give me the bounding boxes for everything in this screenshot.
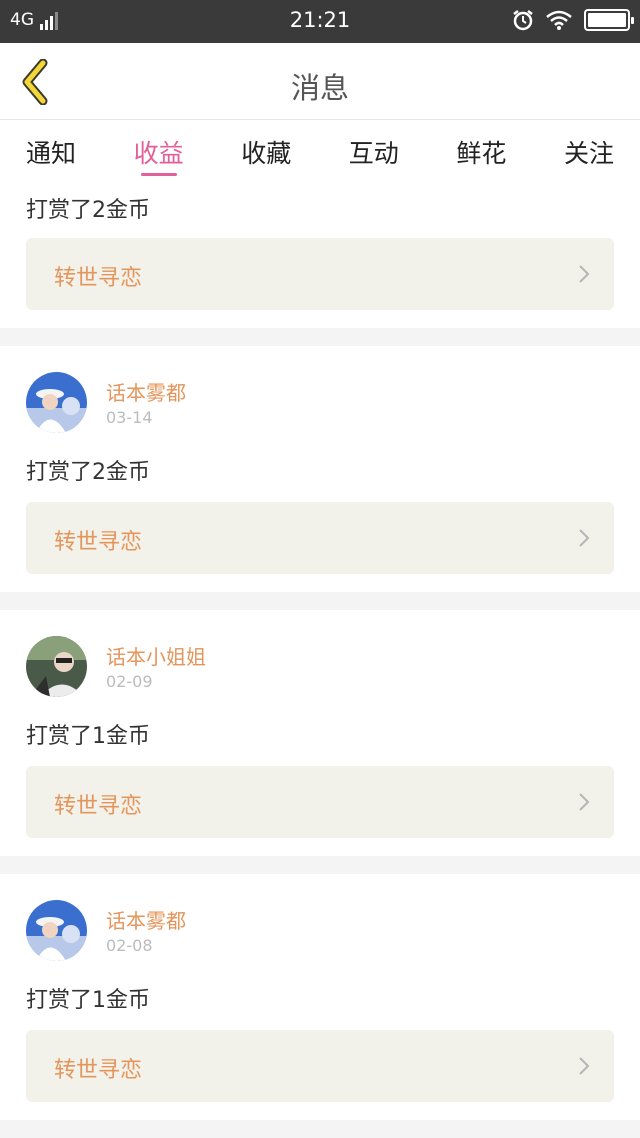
chevron-right-icon — [579, 529, 590, 547]
tab-earnings[interactable]: 收益 — [134, 120, 184, 182]
tab-favorites[interactable]: 收藏 — [241, 120, 291, 182]
reward-text: 打赏了2金币 — [26, 198, 150, 223]
chevron-right-icon — [579, 265, 590, 283]
post-date: 02-08 — [106, 936, 153, 955]
user-name[interactable]: 话本雾都 — [106, 905, 186, 934]
user-name[interactable]: 话本雾都 — [106, 377, 186, 406]
list-item: 话本雾都 02-08 打赏了1金币 转世寻恋 — [0, 874, 640, 1120]
tab-follows[interactable]: 关注 — [564, 120, 614, 182]
tab-interactions[interactable]: 互动 — [349, 120, 399, 182]
nav-header: 消息 — [0, 43, 640, 120]
work-link[interactable]: 转世寻恋 — [26, 502, 614, 574]
work-title: 转世寻恋 — [54, 1058, 143, 1083]
work-link[interactable]: 转世寻恋 — [26, 238, 614, 310]
reward-text: 打赏了1金币 — [26, 724, 150, 749]
work-title: 转世寻恋 — [54, 266, 143, 291]
user-name[interactable]: 话本小姐姐 — [106, 641, 206, 670]
status-bar: 4G 21:21 — [0, 0, 640, 43]
chevron-right-icon — [579, 1057, 590, 1075]
work-link[interactable]: 转世寻恋 — [26, 766, 614, 838]
page-title: 消息 — [290, 71, 349, 105]
avatar[interactable] — [26, 636, 87, 697]
tab-notifications[interactable]: 通知 — [26, 120, 76, 182]
reward-text: 打赏了2金币 — [26, 460, 150, 485]
avatar[interactable] — [26, 372, 87, 433]
reward-text: 打赏了1金币 — [26, 988, 150, 1013]
wifi-icon — [546, 10, 572, 30]
list-item: 打赏了2金币 转世寻恋 — [0, 182, 640, 328]
work-title: 转世寻恋 — [54, 794, 143, 819]
list-item: 话本雾都 03-14 打赏了2金币 转世寻恋 — [0, 346, 640, 592]
work-link[interactable]: 转世寻恋 — [26, 1030, 614, 1102]
alarm-icon — [513, 10, 533, 31]
work-title: 转世寻恋 — [54, 530, 143, 555]
post-date: 02-09 — [106, 672, 153, 691]
tab-bar: 通知 收益 收藏 互动 鲜花 关注 — [0, 120, 640, 182]
avatar[interactable] — [26, 900, 87, 961]
tab-flowers[interactable]: 鲜花 — [456, 120, 506, 182]
post-date: 03-14 — [106, 408, 153, 427]
chevron-right-icon — [579, 793, 590, 811]
battery-icon — [584, 9, 634, 31]
list-item: 话本小姐姐 02-09 打赏了1金币 转世寻恋 — [0, 610, 640, 856]
